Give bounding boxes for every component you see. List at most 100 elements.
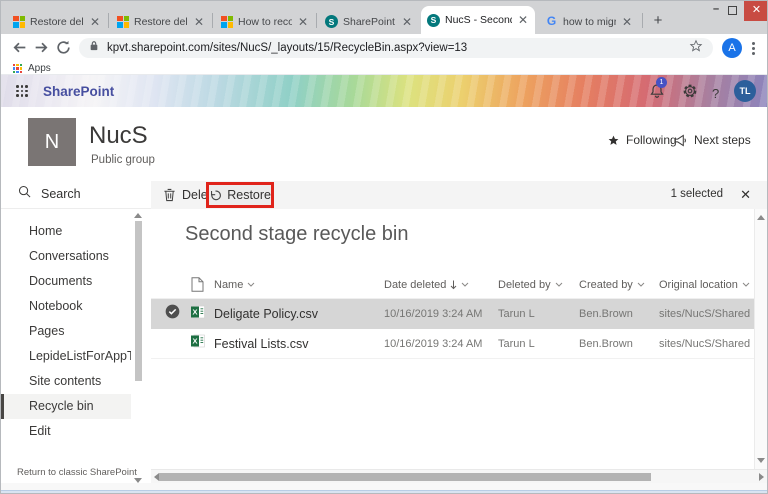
excel-file-icon: X xyxy=(191,305,214,324)
column-label: Created by xyxy=(579,279,633,291)
sidebar-scrollbar[interactable] xyxy=(134,215,143,483)
column-header-date-deleted[interactable]: Date deleted xyxy=(384,279,498,291)
new-tab-button[interactable] xyxy=(647,10,669,32)
browser-menu-icon[interactable] xyxy=(752,42,755,45)
star-filled-icon xyxy=(607,134,620,147)
tab-how-to-recover[interactable]: How to recover m ✕ xyxy=(215,9,315,34)
tab-restore-deleted-1[interactable]: Restore deleted s ✕ xyxy=(7,9,107,34)
tab-close-icon[interactable]: ✕ xyxy=(621,17,633,27)
file-name[interactable]: Festival Lists.csv xyxy=(214,337,384,351)
tab-separator xyxy=(642,13,643,28)
vertical-scrollbar[interactable] xyxy=(754,209,767,483)
command-toolbar: Delete Restore 1 selected xyxy=(151,181,768,209)
column-label: Name xyxy=(214,279,243,291)
column-header-original-location[interactable]: Original location xyxy=(659,279,754,291)
chevron-down-icon xyxy=(637,282,645,287)
tab-nucs-active[interactable]: NucS - Second st ✕ xyxy=(421,6,535,34)
apps-grid-icon[interactable] xyxy=(13,64,22,73)
tab-close-icon[interactable]: ✕ xyxy=(401,17,413,27)
created-by: Ben.Brown xyxy=(579,338,659,350)
deleted-by: Tarun L xyxy=(498,338,579,350)
scroll-down-icon[interactable] xyxy=(757,458,765,463)
horizontal-scrollbar[interactable] xyxy=(151,469,767,483)
tab-restore-deleted-2[interactable]: Restore deleted it ✕ xyxy=(111,9,211,34)
sidebar-item-pages[interactable]: Pages xyxy=(1,319,131,344)
bookmark-star-icon[interactable] xyxy=(689,39,703,58)
table-header-row: Name Date deleted Deleted by Created by xyxy=(151,271,754,299)
tab-close-icon[interactable]: ✕ xyxy=(297,17,309,27)
restore-undo-icon xyxy=(209,189,222,202)
maximize-button[interactable] xyxy=(728,6,737,15)
sharepoint-favicon-icon xyxy=(427,14,440,27)
svg-text:X: X xyxy=(192,337,197,346)
date-deleted: 10/16/2019 3:24 AM xyxy=(384,308,498,320)
search-input[interactable]: Search xyxy=(1,179,151,209)
selection-status: 1 selected xyxy=(671,188,723,200)
restore-button-highlighted[interactable]: Restore xyxy=(206,182,274,208)
url-text: kpvt.sharepoint.com/sites/NucS/_layouts/… xyxy=(107,42,689,54)
table-row[interactable]: X Festival Lists.csv 10/16/2019 3:24 AM … xyxy=(151,329,754,359)
next-steps-label: Next steps xyxy=(694,133,751,147)
minimize-button[interactable] xyxy=(707,3,725,19)
address-input[interactable]: kpvt.sharepoint.com/sites/NucS/_layouts/… xyxy=(79,38,713,58)
bottom-strip xyxy=(1,483,768,490)
notification-badge: 1 xyxy=(656,77,667,88)
scrollbar-thumb[interactable] xyxy=(135,221,142,381)
browser-profile-avatar[interactable]: A xyxy=(722,38,742,58)
chevron-down-icon xyxy=(247,282,255,287)
clear-selection-icon[interactable] xyxy=(740,187,751,203)
tab-close-icon[interactable]: ✕ xyxy=(193,17,205,27)
column-header-created-by[interactable]: Created by xyxy=(579,279,659,291)
sharepoint-brand[interactable]: SharePoint xyxy=(43,84,114,99)
table-row[interactable]: X Deligate Policy.csv 10/16/2019 3:24 AM… xyxy=(151,299,754,329)
column-header-name[interactable]: Name xyxy=(214,279,384,291)
restore-label: Restore xyxy=(227,188,271,202)
next-steps-button[interactable]: Next steps xyxy=(673,133,751,147)
scroll-up-icon[interactable] xyxy=(134,213,142,218)
following-button[interactable]: Following xyxy=(607,133,677,147)
site-logo[interactable]: N xyxy=(28,118,76,166)
scroll-up-icon[interactable] xyxy=(757,215,765,220)
reload-icon[interactable] xyxy=(55,39,73,57)
tab-close-icon[interactable]: ✕ xyxy=(517,15,529,25)
site-title[interactable]: NucS xyxy=(89,122,148,150)
sidebar-item-documents[interactable]: Documents xyxy=(1,269,131,294)
sidebar-item-site-contents[interactable]: Site contents xyxy=(1,369,131,394)
settings-gear-icon[interactable] xyxy=(682,83,698,104)
tab-close-icon[interactable]: ✕ xyxy=(89,17,101,27)
chevron-down-icon xyxy=(555,282,563,287)
return-to-classic-link[interactable]: Return to classic SharePoint xyxy=(17,467,137,478)
help-icon[interactable]: ? xyxy=(712,86,719,101)
original-location: sites/NucS/Shared Docum xyxy=(659,308,754,320)
sidebar-item-edit[interactable]: Edit xyxy=(1,419,131,444)
apps-label[interactable]: Apps xyxy=(28,63,51,74)
tab-separator xyxy=(316,13,317,28)
app-launcher-waffle-icon[interactable] xyxy=(16,85,28,97)
microsoft-favicon-icon xyxy=(13,16,25,28)
back-icon[interactable] xyxy=(11,39,29,57)
file-name[interactable]: Deligate Policy.csv xyxy=(214,307,384,321)
row-selected-check-icon[interactable] xyxy=(165,304,191,324)
column-header-deleted-by[interactable]: Deleted by xyxy=(498,279,579,291)
account-avatar[interactable]: TL xyxy=(734,80,756,102)
sidebar-item-home[interactable]: Home xyxy=(1,219,131,244)
google-favicon-icon xyxy=(545,15,558,28)
tab-how-to-migrate[interactable]: how to migrate s ✕ xyxy=(539,9,639,34)
tab-sharepoint-admin[interactable]: SharePoint admin ✕ xyxy=(319,9,419,34)
nav-list: Home Conversations Documents Notebook Pa… xyxy=(1,219,131,444)
close-window-button[interactable] xyxy=(744,1,768,21)
tab-title: How to recover m xyxy=(238,16,292,28)
sidebar-nav: Search Home Conversations Documents Note… xyxy=(1,179,151,483)
scrollbar-thumb[interactable] xyxy=(159,473,651,481)
sidebar-item-recycle-bin[interactable]: Recycle bin xyxy=(1,394,131,419)
file-type-column-icon[interactable] xyxy=(191,277,214,292)
column-label: Original location xyxy=(659,279,738,291)
scroll-right-icon[interactable] xyxy=(759,473,764,481)
tab-title: NucS - Second st xyxy=(445,14,512,26)
sidebar-item-conversations[interactable]: Conversations xyxy=(1,244,131,269)
microsoft-favicon-icon xyxy=(117,16,129,28)
forward-icon[interactable] xyxy=(33,39,51,57)
window-bottom-edge xyxy=(1,490,768,494)
sidebar-item-lepidelist[interactable]: LepideListForAppTe... xyxy=(1,344,131,369)
sidebar-item-notebook[interactable]: Notebook xyxy=(1,294,131,319)
